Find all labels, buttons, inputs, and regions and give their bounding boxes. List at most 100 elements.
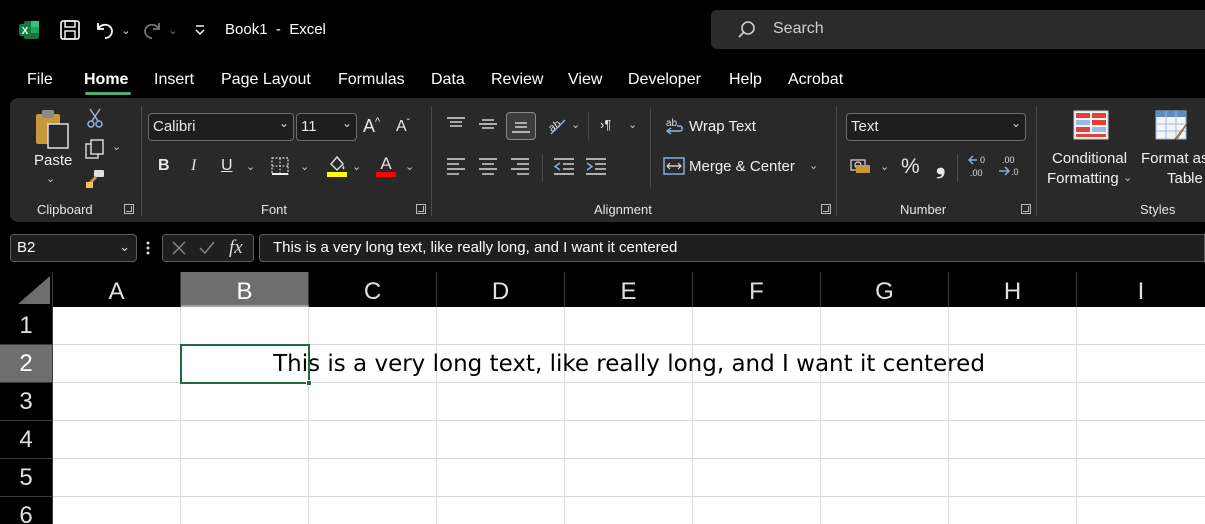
chevron-down-icon[interactable]: ⌄ — [119, 239, 130, 255]
bottom-align-icon[interactable] — [506, 112, 536, 140]
column-header-h[interactable]: H — [949, 272, 1077, 307]
wrap-text-label[interactable]: Wrap Text — [689, 118, 756, 135]
conditional-formatting-dropdown-icon[interactable]: ⌄ — [1123, 171, 1132, 184]
font-name-dropdown[interactable]: Calibri ⌄ — [148, 113, 294, 141]
row-header-2[interactable]: 2 — [0, 345, 53, 383]
tab-acrobat[interactable]: Acrobat — [788, 71, 843, 89]
formula-input[interactable]: This is a very long text, like really lo… — [259, 234, 1205, 262]
percent-style-icon[interactable]: % — [901, 156, 920, 177]
merge-center-dropdown-icon[interactable]: ⌄ — [809, 159, 818, 172]
tab-view[interactable]: View — [568, 71, 602, 89]
font-size-dropdown[interactable]: 11 ⌄ — [296, 113, 357, 141]
decrease-decimal-icon[interactable]: .00.0 — [998, 153, 1022, 184]
tab-insert[interactable]: Insert — [154, 71, 194, 89]
font-color-dropdown-icon[interactable]: ⌄ — [405, 160, 414, 173]
format-as-table-label-2[interactable]: Table — [1167, 170, 1203, 187]
tab-formulas[interactable]: Formulas — [338, 71, 405, 89]
fill-color-icon[interactable] — [326, 154, 348, 183]
format-as-table-label-1[interactable]: Format as — [1141, 150, 1205, 167]
alignment-launcher-icon[interactable] — [821, 204, 831, 214]
paste-label[interactable]: Paste — [34, 152, 72, 169]
row-header-1[interactable]: 1 — [0, 307, 53, 345]
clipboard-launcher-icon[interactable] — [124, 204, 134, 214]
column-header-g[interactable]: G — [821, 272, 949, 307]
accounting-dropdown-icon[interactable]: ⌄ — [880, 160, 889, 173]
active-tab-indicator — [85, 92, 131, 95]
orientation-icon[interactable]: ab — [545, 114, 567, 141]
select-all-corner[interactable] — [0, 272, 53, 307]
increase-decimal-icon[interactable]: 0.00 — [967, 153, 991, 184]
middle-align-icon[interactable] — [478, 116, 498, 137]
number-launcher-icon[interactable] — [1021, 204, 1031, 214]
column-header-i[interactable]: I — [1077, 272, 1205, 307]
conditional-formatting-label-1[interactable]: Conditional — [1052, 150, 1127, 167]
column-header-b[interactable]: B — [181, 272, 309, 307]
text-direction-icon[interactable]: ›¶ — [600, 118, 611, 131]
tab-data[interactable]: Data — [431, 71, 465, 89]
increase-indent-icon[interactable] — [585, 157, 607, 180]
undo-icon[interactable] — [93, 18, 117, 42]
orientation-dropdown-icon[interactable]: ⌄ — [571, 118, 580, 131]
conditional-formatting-label-2[interactable]: Formatting — [1047, 170, 1119, 187]
text-direction-dropdown-icon[interactable]: ⌄ — [628, 118, 637, 131]
tab-help[interactable]: Help — [729, 71, 762, 89]
align-left-icon[interactable] — [446, 157, 466, 180]
cut-icon[interactable] — [86, 108, 104, 133]
copy-dropdown-icon[interactable]: ⌄ — [112, 140, 121, 153]
decrease-indent-icon[interactable] — [553, 157, 575, 180]
tab-review[interactable]: Review — [491, 71, 543, 89]
worksheet-grid[interactable]: This is a very long text, like really lo… — [53, 307, 1205, 524]
search-box[interactable]: Search — [711, 10, 1205, 49]
undo-dropdown-icon[interactable]: ⌄ — [119, 22, 133, 38]
more-options-icon[interactable] — [146, 240, 150, 256]
paste-dropdown-icon[interactable]: ⌄ — [46, 172, 55, 185]
underline-dropdown-icon[interactable]: ⌄ — [246, 160, 255, 173]
column-header-f[interactable]: F — [693, 272, 821, 307]
tab-page-layout[interactable]: Page Layout — [221, 71, 311, 89]
format-painter-icon[interactable] — [84, 168, 106, 195]
tab-home[interactable]: Home — [84, 71, 128, 89]
tab-file[interactable]: File — [27, 71, 53, 89]
borders-icon[interactable] — [270, 156, 290, 181]
fill-handle[interactable] — [306, 380, 312, 386]
comma-style-icon[interactable]: ❟ — [936, 154, 945, 178]
top-align-icon[interactable] — [446, 116, 466, 137]
save-icon[interactable] — [58, 18, 82, 42]
column-header-c[interactable]: C — [309, 272, 437, 307]
increase-font-size-icon[interactable]: A^ — [363, 117, 380, 136]
column-header-a[interactable]: A — [53, 272, 181, 307]
wrap-text-icon[interactable]: ab — [665, 116, 685, 141]
format-as-table-icon[interactable] — [1155, 110, 1193, 149]
row-header-3[interactable]: 3 — [0, 383, 53, 421]
italic-icon[interactable]: I — [191, 158, 196, 174]
insert-function-icon[interactable]: fx — [229, 237, 243, 259]
name-box[interactable]: B2 ⌄ — [10, 234, 137, 262]
underline-icon[interactable]: U — [221, 158, 233, 174]
copy-icon[interactable] — [84, 138, 106, 165]
merge-center-label[interactable]: Merge & Center — [689, 158, 795, 175]
tab-developer[interactable]: Developer — [628, 71, 701, 89]
active-cell-b2[interactable] — [180, 344, 310, 384]
customize-quick-access-icon[interactable] — [192, 20, 208, 40]
borders-dropdown-icon[interactable]: ⌄ — [300, 160, 309, 173]
column-header-e[interactable]: E — [565, 272, 693, 307]
column-header-d[interactable]: D — [437, 272, 565, 307]
format-as-table-dropdown-icon[interactable]: ⌄ — [1186, 171, 1195, 184]
fill-color-dropdown-icon[interactable]: ⌄ — [352, 160, 361, 173]
font-launcher-icon[interactable] — [416, 204, 426, 214]
merge-center-icon[interactable] — [663, 156, 685, 181]
font-color-icon[interactable]: A — [375, 154, 397, 183]
align-center-icon[interactable] — [478, 157, 498, 180]
row-header-4[interactable]: 4 — [0, 421, 53, 459]
cancel-icon[interactable] — [171, 240, 187, 261]
decrease-font-size-icon[interactable]: Aˇ — [396, 119, 410, 135]
accounting-format-icon[interactable] — [850, 157, 874, 180]
align-right-icon[interactable] — [510, 157, 530, 180]
enter-icon[interactable] — [198, 240, 216, 261]
conditional-formatting-icon[interactable] — [1073, 110, 1109, 145]
row-header-5[interactable]: 5 — [0, 459, 53, 497]
paste-icon[interactable] — [34, 108, 72, 155]
row-header-6[interactable]: 6 — [0, 497, 53, 524]
bold-icon[interactable]: B — [158, 158, 170, 174]
number-format-dropdown[interactable]: Text ⌄ — [846, 113, 1026, 141]
